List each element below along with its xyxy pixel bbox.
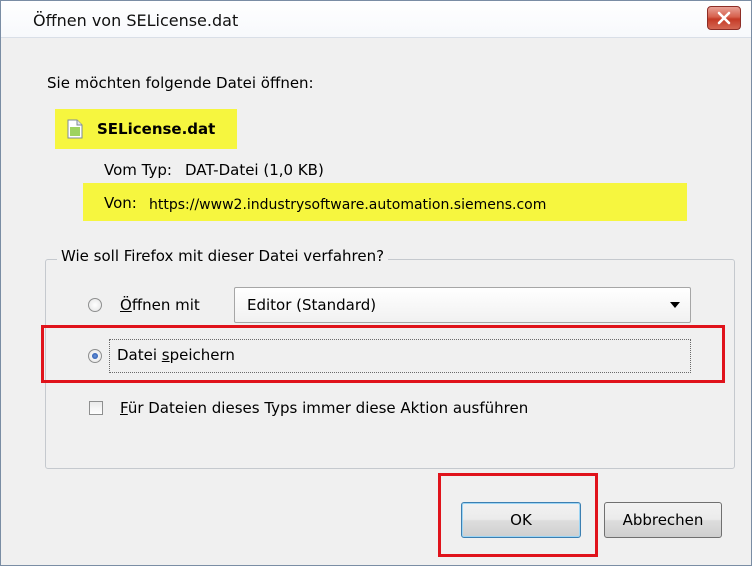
close-icon: [717, 11, 731, 25]
type-label: Vom Typ:: [104, 161, 172, 179]
type-value: DAT-Datei (1,0 KB): [185, 161, 324, 179]
document-icon: [67, 119, 83, 139]
cancel-button[interactable]: Abbrechen: [604, 502, 722, 538]
download-dialog: Öffnen von SELicense.dat Sie möchten fol…: [0, 0, 752, 566]
application-select[interactable]: Editor (Standard): [234, 287, 691, 323]
close-button[interactable]: [707, 6, 741, 30]
title-bar[interactable]: Öffnen von SELicense.dat: [1, 1, 751, 38]
file-name: SELicense.dat: [97, 120, 216, 138]
dialog-title: Öffnen von SELicense.dat: [33, 11, 239, 30]
source-url: https://www2.industrysoftware.automation…: [149, 197, 547, 213]
application-select-value: Editor (Standard): [247, 296, 377, 314]
action-group-legend: Wie soll Firefox mit dieser Datei verfah…: [57, 247, 389, 265]
source-label: Von:: [104, 194, 137, 212]
open-with-radio[interactable]: [88, 298, 102, 312]
always-do-label-rest: ür Dateien dieses Typs immer diese Aktio…: [127, 399, 529, 417]
chevron-down-icon: [670, 302, 680, 308]
always-do-checkbox[interactable]: [89, 401, 103, 415]
open-with-label-rest: ffnen mit: [131, 296, 200, 314]
open-with-label[interactable]: Öffnen mit: [120, 296, 200, 314]
always-do-label[interactable]: Für Dateien dieses Typs immer diese Akti…: [120, 399, 528, 417]
save-option-annotation: [41, 325, 725, 383]
always-do-mnemonic: F: [120, 399, 128, 417]
open-with-mnemonic: Ö: [120, 296, 132, 314]
open-prompt: Sie möchten folgende Datei öffnen:: [47, 74, 314, 92]
ok-button-annotation: [438, 473, 598, 557]
